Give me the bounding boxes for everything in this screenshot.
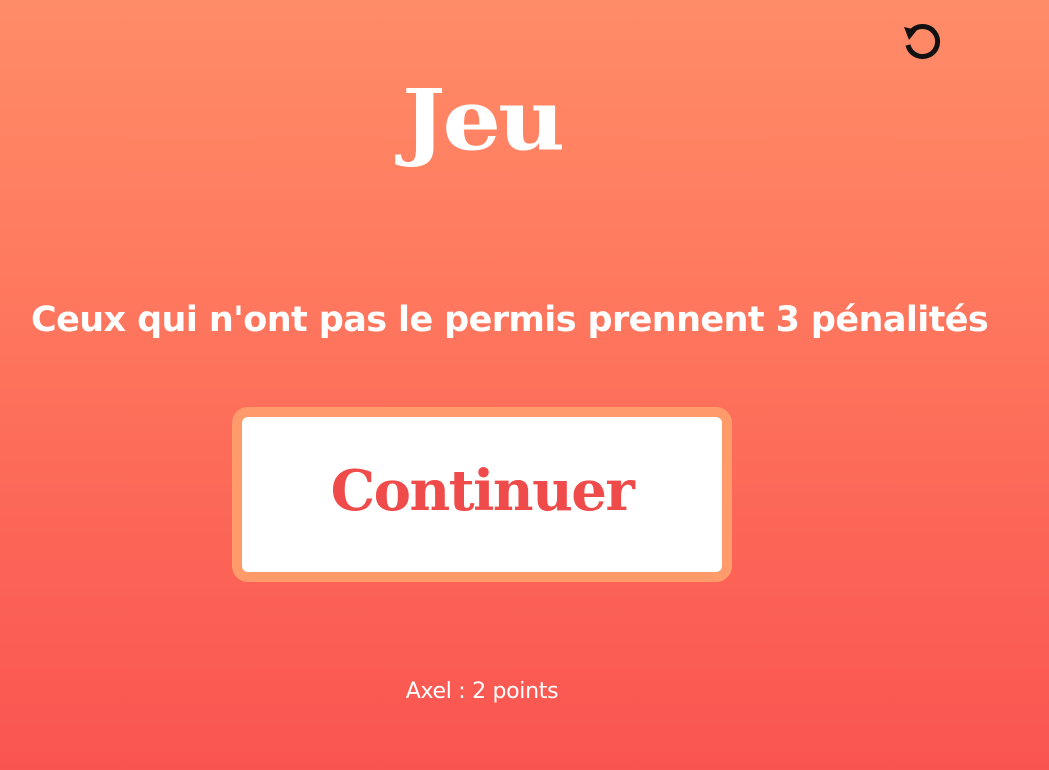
rotate-ccw-icon bbox=[900, 19, 944, 63]
page-title: Jeu bbox=[402, 70, 565, 170]
continue-button[interactable]: Continuer bbox=[232, 407, 732, 582]
challenge-text: Ceux qui n'ont pas le permis prennent 3 … bbox=[31, 300, 989, 340]
player-score: Axel : 2 points bbox=[405, 679, 559, 704]
continue-label: Continuer bbox=[330, 457, 635, 524]
reset-button[interactable] bbox=[900, 19, 944, 63]
